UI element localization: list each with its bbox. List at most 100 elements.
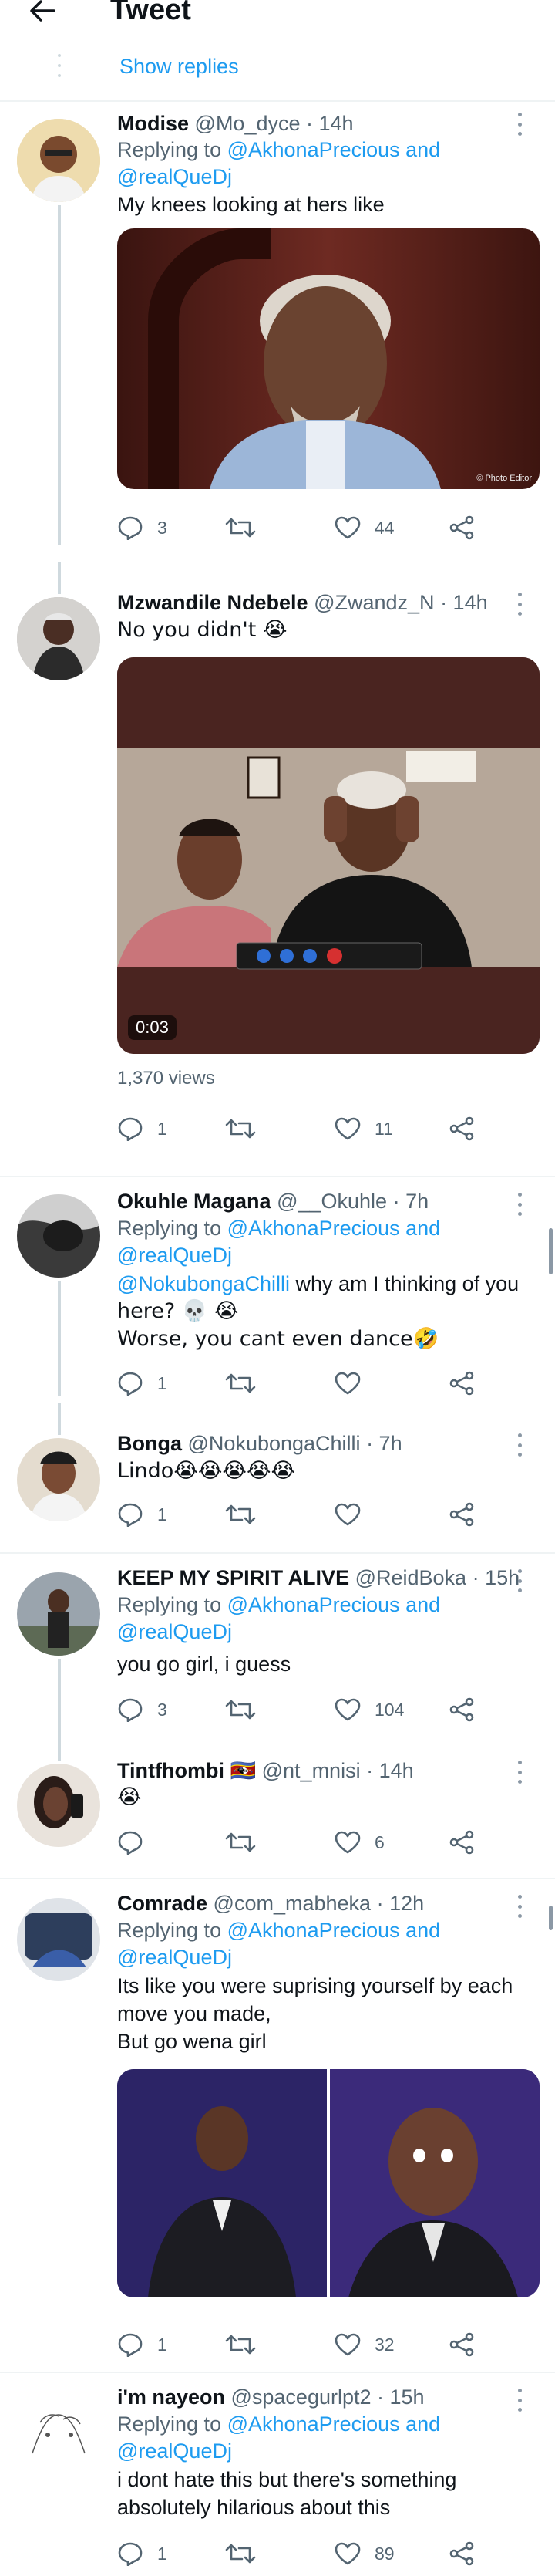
timestamp[interactable]: · 14h	[306, 112, 354, 135]
avatar[interactable]	[17, 1438, 100, 1521]
share-button[interactable]	[449, 512, 475, 543]
like-button[interactable]	[335, 1499, 375, 1530]
action-bar: 3 104	[117, 1694, 479, 1725]
like-button[interactable]	[335, 1368, 375, 1399]
tweet-image[interactable]: © Photo Editor	[117, 228, 540, 489]
reply-tweet[interactable]: Mzwandile Ndebele @Zwandz_N · 14h No you…	[0, 562, 555, 1141]
avatar[interactable]	[17, 1898, 100, 1981]
display-name[interactable]: Modise	[117, 112, 189, 135]
share-button[interactable]	[449, 2329, 475, 2360]
reply-button[interactable]: 3	[117, 1694, 167, 1725]
tweet-image[interactable]	[117, 2069, 540, 2297]
retweet-button[interactable]	[225, 1499, 256, 1530]
user-handle[interactable]: @NokubongaChilli	[188, 1432, 361, 1455]
mention-link[interactable]: @realQueDj	[117, 2439, 232, 2463]
avatar[interactable]	[17, 1764, 100, 1847]
user-handle[interactable]: @Mo_dyce	[195, 112, 301, 135]
like-button[interactable]: 11	[335, 1113, 393, 1144]
retweet-button[interactable]	[225, 1827, 256, 1858]
show-replies-link[interactable]: Show replies	[119, 55, 239, 79]
like-button[interactable]: 104	[335, 1694, 404, 1725]
mention-link[interactable]: @AkhonaPrecious and	[227, 1919, 441, 1942]
avatar[interactable]	[17, 1572, 100, 1656]
user-handle[interactable]: @ReidBoka	[355, 1566, 466, 1589]
retweet-button[interactable]	[225, 2329, 256, 2360]
timestamp[interactable]: · 7h	[366, 1432, 402, 1455]
avatar[interactable]	[17, 119, 100, 202]
user-handle[interactable]: @__Okuhle	[277, 1190, 387, 1213]
like-button[interactable]: 32	[335, 2329, 395, 2360]
retweet-button[interactable]	[225, 1113, 256, 1144]
scrollbar-thumb[interactable]	[549, 1906, 553, 1930]
retweet-button[interactable]	[225, 1368, 256, 1399]
timestamp[interactable]: · 12h	[377, 1892, 425, 1915]
timestamp[interactable]: · 14h	[366, 1759, 414, 1782]
avatar[interactable]	[17, 597, 100, 680]
reply-tweet[interactable]: Modise @Mo_dyce · 14h Replying to @Akhon…	[0, 102, 555, 562]
like-button[interactable]: 44	[335, 512, 395, 543]
back-button[interactable]	[23, 0, 62, 26]
user-handle[interactable]: @Zwandz_N	[314, 591, 434, 614]
timestamp[interactable]: · 15h	[377, 2385, 425, 2409]
reply-tweet[interactable]: Tintfhombi 🇸🇿 @nt_mnisi · 14h 😭 6	[0, 1753, 555, 1876]
timestamp[interactable]: · 7h	[393, 1190, 429, 1213]
mention-link[interactable]: @NokubongaChilli	[117, 1272, 290, 1295]
like-button[interactable]: 6	[335, 1827, 385, 1858]
timestamp[interactable]: · 14h	[440, 591, 488, 614]
user-handle[interactable]: @spacegurlpt2	[230, 2385, 371, 2409]
share-button[interactable]	[449, 2538, 475, 2569]
reply-tweet[interactable]: Bonga @NokubongaChilli · 7h Lindo😭😭😭😭😭 1	[0, 1403, 555, 1554]
mention-link[interactable]: @AkhonaPrecious and	[227, 138, 441, 161]
reply-tweet[interactable]: Comrade @com_mabheka · 12h Replying to @…	[0, 1879, 555, 2372]
more-icon[interactable]	[515, 1193, 524, 1216]
reply-button[interactable]: 1	[117, 2329, 167, 2360]
more-icon[interactable]	[515, 1433, 524, 1457]
mention-link[interactable]: @realQueDj	[117, 165, 232, 188]
more-icon[interactable]	[515, 1569, 524, 1592]
mention-link[interactable]: @realQueDj	[117, 1946, 232, 1969]
reply-button[interactable]: 1	[117, 2538, 167, 2569]
more-icon[interactable]	[515, 1761, 524, 1784]
timestamp[interactable]: · 15h	[473, 1566, 520, 1589]
reply-button[interactable]: 1	[117, 1113, 167, 1144]
avatar[interactable]	[17, 1194, 100, 1278]
user-handle[interactable]: @nt_mnisi	[262, 1759, 361, 1782]
reply-tweet[interactable]: KEEP MY SPIRIT ALIVE @ReidBoka · 15h Rep…	[0, 1554, 555, 1753]
more-icon[interactable]	[515, 1895, 524, 1918]
reply-button[interactable]: 3	[117, 512, 167, 543]
display-name[interactable]: Mzwandile Ndebele	[117, 591, 308, 614]
avatar[interactable]	[17, 2392, 100, 2475]
mention-link[interactable]: @AkhonaPrecious and	[227, 2412, 441, 2436]
scrollbar-thumb[interactable]	[549, 1228, 553, 1274]
more-icon[interactable]	[515, 2389, 524, 2412]
display-name[interactable]: Bonga	[117, 1432, 182, 1455]
display-name[interactable]: Okuhle Magana	[117, 1190, 271, 1213]
user-handle[interactable]: @com_mabheka	[214, 1892, 372, 1915]
more-icon[interactable]	[515, 113, 524, 136]
mention-link[interactable]: @AkhonaPrecious and	[227, 1217, 441, 1240]
display-name[interactable]: Tintfhombi	[117, 1759, 224, 1782]
share-button[interactable]	[449, 1694, 475, 1725]
reply-button[interactable]: 1	[117, 1368, 167, 1399]
tweet-video[interactable]: 0:03	[117, 657, 540, 1054]
reply-button[interactable]	[117, 1827, 157, 1858]
reply-tweet[interactable]: i'm nayeon @spacegurlpt2 · 15h Replying …	[0, 2373, 555, 2576]
mention-link[interactable]: @realQueDj	[117, 1244, 232, 1267]
share-button[interactable]	[449, 1827, 475, 1858]
display-name[interactable]: i'm nayeon	[117, 2385, 225, 2409]
share-button[interactable]	[449, 1368, 475, 1399]
mention-link[interactable]: @realQueDj	[117, 1620, 232, 1643]
retweet-button[interactable]	[225, 2538, 256, 2569]
show-replies-row[interactable]: Show replies	[0, 46, 555, 89]
display-name[interactable]: Comrade	[117, 1892, 207, 1915]
retweet-button[interactable]	[225, 1694, 256, 1725]
more-icon[interactable]	[515, 593, 524, 616]
retweet-button[interactable]	[225, 512, 256, 543]
like-button[interactable]: 89	[335, 2538, 395, 2569]
reply-button[interactable]: 1	[117, 1499, 167, 1530]
display-name[interactable]: KEEP MY SPIRIT ALIVE	[117, 1566, 349, 1589]
mention-link[interactable]: @AkhonaPrecious and	[227, 1593, 441, 1616]
reply-tweet[interactable]: Okuhle Magana @__Okuhle · 7h Replying to…	[0, 1177, 555, 1403]
share-button[interactable]	[449, 1499, 475, 1530]
share-button[interactable]	[449, 1113, 475, 1144]
